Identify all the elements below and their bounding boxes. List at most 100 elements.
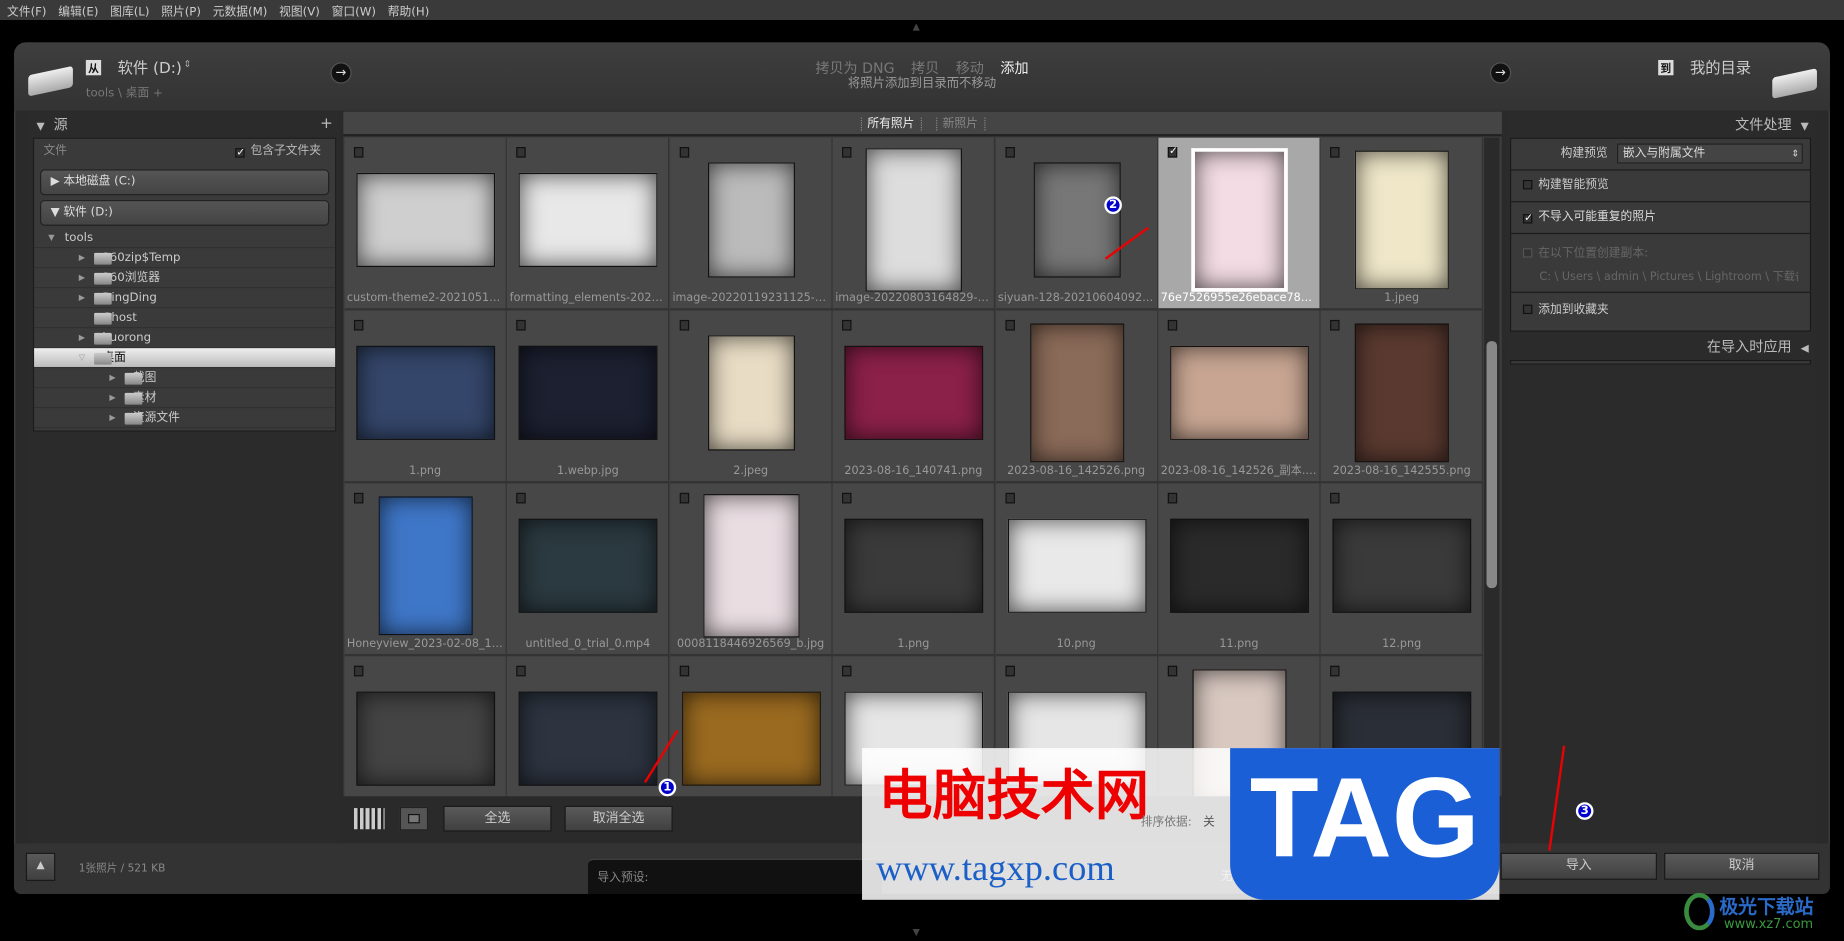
photo-thumbnail[interactable]: [707, 162, 795, 278]
menu-item[interactable]: 编辑(E): [58, 1, 98, 19]
menu-item[interactable]: 帮助(H): [388, 1, 430, 19]
disclosure-icon[interactable]: ▶: [109, 388, 115, 408]
volume-1[interactable]: ▼ 软件 (D:): [39, 199, 330, 226]
disclosure-icon[interactable]: ▶: [79, 268, 85, 288]
photo-cell[interactable]: formatting_elements-2021060...: [507, 137, 670, 311]
photo-cell[interactable]: [507, 656, 670, 797]
photo-checkbox[interactable]: [679, 147, 689, 158]
menu-item[interactable]: 图库(L): [110, 1, 149, 19]
disclosure-icon[interactable]: ▶: [79, 288, 85, 308]
grid-scrollbar-thumb[interactable]: [1486, 341, 1498, 589]
collapse-dialog-button[interactable]: ▲: [25, 852, 56, 882]
volume-0[interactable]: ▶ 本地磁盘 (C:): [39, 169, 330, 196]
folder-item[interactable]: Ghost: [34, 308, 336, 329]
menu-item[interactable]: 元数据(M): [213, 1, 268, 19]
photo-checkbox[interactable]: [842, 665, 852, 677]
make-copy-checkbox[interactable]: 在以下位置创建副本: C: \ Users \ admin \ Pictures …: [1511, 234, 1810, 293]
loupe-view-icon[interactable]: [399, 806, 429, 831]
folder-item[interactable]: ▶ DingDing: [34, 288, 336, 309]
disclosure-icon[interactable]: ▶: [79, 328, 85, 348]
menu-item[interactable]: 文件(F): [7, 1, 46, 19]
disclosure-icon[interactable]: ▶: [51, 175, 64, 188]
photo-thumbnail[interactable]: [1170, 345, 1309, 440]
photo-thumbnail[interactable]: [519, 172, 658, 268]
photo-thumbnail[interactable]: [1033, 162, 1121, 278]
photo-cell[interactable]: 2023-08-16_142526.png: [995, 310, 1158, 484]
photo-cell[interactable]: ✓ 76e7526955e26ebace7878c7d...: [1158, 137, 1321, 311]
photo-cell[interactable]: 1.png: [832, 483, 996, 657]
grid-view-icon[interactable]: [353, 808, 385, 830]
photo-thumbnail[interactable]: [356, 345, 496, 440]
tree-root-tools[interactable]: ▼ tools: [34, 228, 336, 249]
photo-cell[interactable]: 1.png: [344, 310, 507, 484]
file-handling-header[interactable]: 文件处理 ▼: [1505, 112, 1815, 138]
photo-thumbnail[interactable]: [519, 691, 658, 786]
disclosure-icon[interactable]: ▼: [51, 206, 64, 219]
photo-cell[interactable]: 2023-08-16_140741.png: [832, 310, 996, 484]
photo-checkbox[interactable]: [1005, 492, 1015, 504]
photo-thumbnail[interactable]: [519, 345, 658, 440]
add-icon[interactable]: +: [320, 112, 333, 138]
photo-cell[interactable]: 2.jpeg: [670, 310, 833, 484]
photo-checkbox[interactable]: [1330, 492, 1340, 504]
photo-checkbox[interactable]: [1330, 665, 1340, 677]
photo-checkbox[interactable]: ✓: [1167, 146, 1178, 158]
folder-item[interactable]: ▶ 截图: [34, 368, 336, 389]
photo-cell[interactable]: 10.png: [995, 483, 1158, 657]
photo-checkbox[interactable]: [516, 492, 527, 504]
photo-cell[interactable]: 2023-08-16_142526_副本.png: [1158, 310, 1321, 484]
photo-thumbnail[interactable]: [1332, 518, 1472, 613]
photo-checkbox[interactable]: [679, 492, 689, 504]
grid-tab[interactable]: 新照片: [935, 117, 985, 131]
deselect-all-button[interactable]: 取消全选: [564, 805, 673, 832]
photo-checkbox[interactable]: [1330, 147, 1340, 158]
photo-thumbnail[interactable]: [1191, 148, 1288, 292]
include-subfolders-checkbox[interactable]: ✓ 包含子文件夹: [235, 139, 321, 165]
photo-checkbox[interactable]: [353, 319, 364, 331]
photo-checkbox[interactable]: [842, 319, 852, 331]
photo-thumbnail[interactable]: [681, 691, 821, 786]
photo-thumbnail[interactable]: [707, 335, 795, 451]
folder-item[interactable]: ▶ 360zip$Temp: [34, 248, 336, 269]
no-duplicates-checkbox[interactable]: ✓ 不导入可能重复的照片: [1511, 202, 1810, 235]
photo-thumbnail[interactable]: [844, 518, 984, 613]
photo-checkbox[interactable]: [679, 319, 689, 331]
photo-cell[interactable]: [344, 656, 507, 797]
select-all-button[interactable]: 全选: [443, 805, 552, 832]
photo-thumbnail[interactable]: [1355, 323, 1450, 463]
photo-checkbox[interactable]: [1167, 319, 1178, 331]
photo-cell[interactable]: 1.webp.jpg: [507, 310, 670, 484]
collapse-top-icon[interactable]: ▲: [913, 21, 920, 32]
photo-cell[interactable]: untitled_0_trial_0.mp4: [507, 483, 670, 657]
photo-cell[interactable]: Honeyview_2023-02-08_17153...: [344, 483, 507, 657]
menu-item[interactable]: 照片(P): [161, 1, 201, 19]
photo-cell[interactable]: image-20220803164829-wrh3...: [832, 137, 996, 311]
photo-cell[interactable]: [670, 656, 833, 797]
photo-cell[interactable]: 2023-08-16_142555.png: [1321, 310, 1484, 484]
photo-checkbox[interactable]: [842, 492, 852, 504]
photo-checkbox[interactable]: [1167, 665, 1178, 677]
photo-checkbox[interactable]: [353, 665, 364, 677]
folder-item[interactable]: ▶ 素材: [34, 388, 336, 409]
photo-thumbnail[interactable]: [356, 172, 496, 268]
photo-checkbox[interactable]: [516, 147, 527, 158]
photo-cell[interactable]: 11.png: [1158, 483, 1321, 657]
disclosure-open-icon[interactable]: ▽: [79, 348, 85, 368]
disclosure-icon[interactable]: ▶: [109, 408, 115, 428]
photo-checkbox[interactable]: [842, 147, 852, 158]
photo-checkbox[interactable]: [353, 147, 364, 158]
photo-thumbnail[interactable]: [865, 148, 963, 292]
photo-checkbox[interactable]: [353, 492, 364, 504]
photo-cell[interactable]: image-20220119231125-qt2oo...: [670, 137, 833, 311]
menu-item[interactable]: 视图(V): [279, 1, 320, 19]
photo-thumbnail[interactable]: [1355, 150, 1450, 290]
photo-checkbox[interactable]: [516, 665, 527, 677]
collapse-filmstrip-icon[interactable]: ▼: [913, 927, 920, 938]
photo-cell[interactable]: 0008118446926569_b.jpg: [670, 483, 833, 657]
photo-checkbox[interactable]: [1167, 492, 1178, 504]
folder-item[interactable]: ▶ 资源文件: [34, 408, 336, 429]
import-button[interactable]: 导入: [1500, 852, 1658, 880]
grid-tab[interactable]: 所有照片: [860, 117, 922, 131]
photo-checkbox[interactable]: [1005, 319, 1015, 331]
disclosure-icon[interactable]: ▶: [109, 368, 115, 388]
